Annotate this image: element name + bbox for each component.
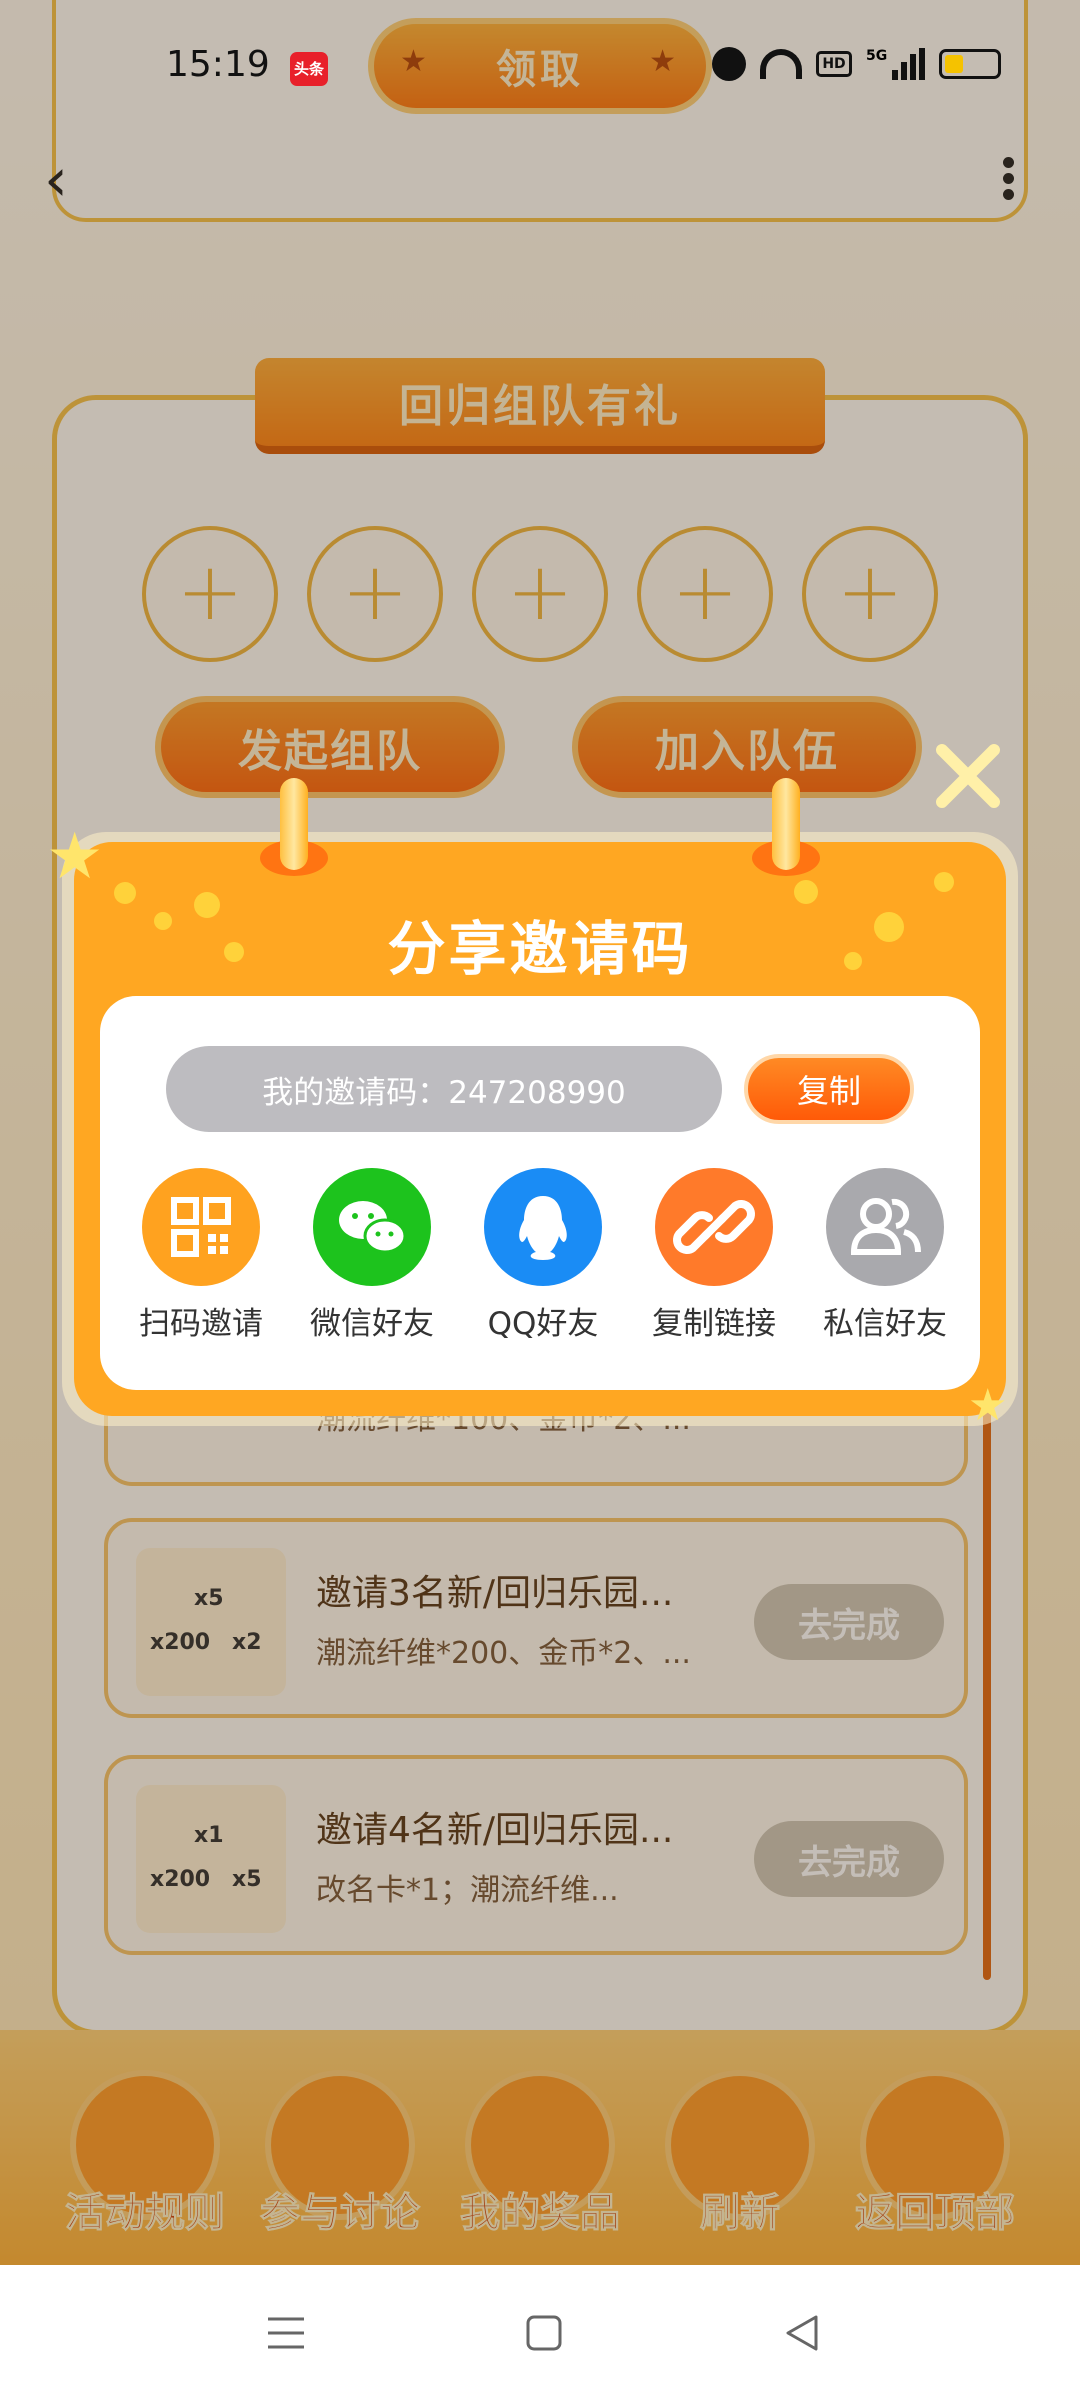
qr-code-icon [142,1168,260,1286]
share-qq[interactable]: QQ好友 [468,1168,618,1343]
sparkle-star-icon: ★ [46,820,104,894]
back-triangle-icon[interactable] [780,2311,824,2355]
share-wechat[interactable]: 微信好友 [297,1168,447,1343]
modal-title: 分享邀请码 [387,915,693,983]
battery-icon [939,49,1002,79]
news-app-icon: 头条 [290,52,328,86]
system-nav-bar [0,2265,1080,2400]
share-private-message[interactable]: 私信好友 [810,1168,960,1343]
share-label: 复制链接 [652,1306,776,1342]
wifi-icon [760,49,802,79]
status-bar: 15:19 头条 HD 5G [0,0,1080,140]
copy-button[interactable]: 复制 [744,1054,914,1124]
modal-content: 我的邀请码：247208990 复制 扫码邀请 微信好友 QQ好友 复制链接 私… [100,996,980,1390]
share-label: 私信好友 [823,1306,947,1342]
network-type: 5G [866,48,888,64]
modal-peg [260,778,328,898]
invite-code-field: 我的邀请码：247208990 [166,1046,722,1132]
home-square-icon[interactable] [522,2311,566,2355]
menu-icon[interactable] [264,2311,308,2355]
wechat-icon [313,1168,431,1286]
status-icons: HD 5G [712,44,1002,84]
users-icon [826,1168,944,1286]
clock: 15:19 [166,44,270,85]
alarm-icon [712,47,746,81]
hd-icon: HD [816,51,852,77]
sparkle-star-icon: ★ [968,1380,1008,1431]
share-copy-link[interactable]: 复制链接 [639,1168,789,1343]
share-qr-invite[interactable]: 扫码邀请 [126,1168,276,1343]
close-icon[interactable] [930,738,1006,814]
signal-icon: 5G [866,48,926,80]
share-label: 微信好友 [310,1306,434,1342]
share-modal: 分享邀请码 我的邀请码：247208990 复制 扫码邀请 微信好友 QQ好友 … [74,842,1006,1416]
modal-peg [752,778,820,898]
share-label: 扫码邀请 [139,1306,263,1342]
share-label: QQ好友 [487,1306,599,1342]
link-icon [655,1168,773,1286]
qq-icon [484,1168,602,1286]
